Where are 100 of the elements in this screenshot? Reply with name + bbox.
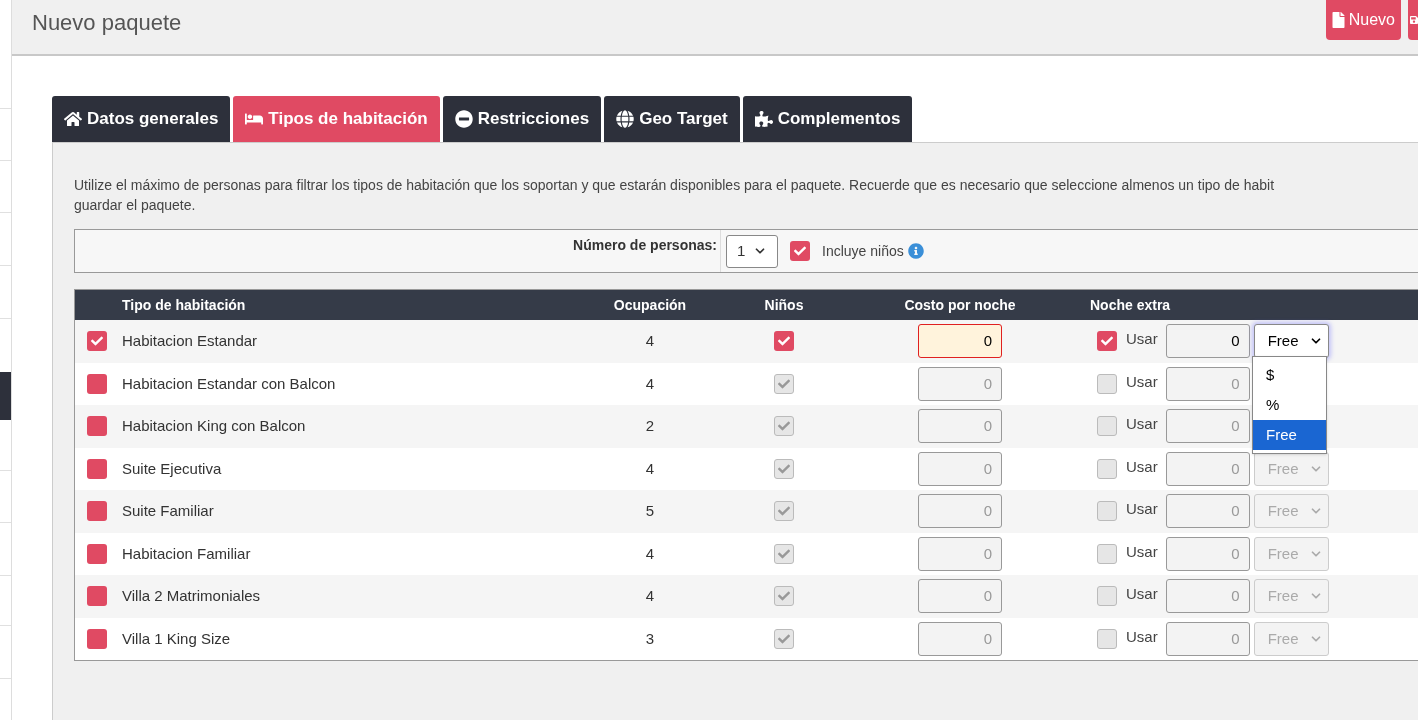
check-icon	[794, 245, 806, 257]
persons-select[interactable]: 1	[726, 234, 778, 268]
save-button[interactable]	[1408, 0, 1418, 40]
occupancy-value: 2	[644, 416, 656, 436]
column-header: Noche extra	[1089, 295, 1171, 315]
room-checkbox[interactable]	[87, 373, 107, 394]
extra-night-checkbox[interactable]	[1097, 586, 1117, 607]
check-icon	[778, 420, 790, 433]
extra-night-input[interactable]: 0	[1165, 451, 1250, 486]
cost-input[interactable]: 0	[918, 451, 1002, 486]
children-checkbox[interactable]	[774, 501, 794, 522]
extra-night-checkbox[interactable]	[1097, 416, 1117, 437]
cost-input[interactable]: 0	[918, 536, 1002, 571]
new-button[interactable]: Nuevo	[1325, 0, 1401, 40]
occupancy-value: 4	[644, 458, 656, 479]
room-name: Villa 1 King Size	[121, 628, 232, 649]
room-name: Villa 2 Matrimoniales	[121, 586, 262, 606]
children-checkbox[interactable]	[774, 628, 794, 649]
children-checkbox[interactable]	[774, 586, 794, 607]
extra-night-input[interactable]: 0	[1165, 324, 1250, 359]
cost-input[interactable]: 0	[918, 324, 1002, 359]
extra-night-checkbox[interactable]	[1097, 331, 1117, 352]
info-icon	[907, 243, 924, 259]
children-checkbox[interactable]	[774, 331, 794, 352]
unit-select[interactable]: Free	[1253, 579, 1329, 614]
room-name: Suite Familiar	[121, 501, 215, 521]
tab[interactable]: Tipos de habitación	[233, 96, 440, 142]
tab[interactable]: Complementos	[742, 96, 913, 142]
occupancy-value: 4	[644, 331, 656, 351]
room-checkbox[interactable]	[87, 586, 107, 607]
use-label: Usar	[1126, 456, 1158, 477]
cost-input[interactable]: 0	[918, 366, 1002, 401]
extra-night-checkbox[interactable]	[1097, 458, 1117, 479]
room-checkbox[interactable]	[87, 416, 107, 437]
tab[interactable]: Datos generales	[52, 96, 231, 142]
check-icon	[778, 547, 790, 560]
use-label: Usar	[1126, 414, 1158, 434]
occupancy-value: 4	[644, 543, 656, 564]
unit-select[interactable]: Free	[1253, 536, 1329, 571]
column-header: Niños	[763, 295, 805, 315]
save-icon	[1410, 13, 1418, 27]
occupancy-value: 5	[644, 501, 656, 521]
extra-night-input[interactable]: 0	[1165, 494, 1250, 529]
check-icon	[778, 377, 790, 390]
use-label: Usar	[1126, 499, 1158, 519]
puzzle-icon	[754, 110, 773, 128]
use-label: Usar	[1126, 584, 1158, 604]
description-text: Utilize el máximo de personas para filtrar los tipos de habitación que los soportan y que estarán disponibles para el paquete. Recuerde que es necesario que seleccione almenos un tipo de habit guardar el paquete.	[74, 176, 1276, 215]
check-icon	[91, 335, 103, 348]
tab[interactable]: Geo Target	[604, 96, 740, 142]
home-icon	[64, 110, 82, 128]
extra-night-checkbox[interactable]	[1097, 628, 1117, 649]
unit-select[interactable]: Free	[1253, 621, 1329, 656]
unit-select[interactable]: Free	[1253, 494, 1329, 529]
cost-input[interactable]: 0	[918, 621, 1002, 656]
extra-night-input[interactable]: 0	[1165, 621, 1250, 656]
check-icon	[1101, 335, 1113, 348]
room-checkbox[interactable]	[87, 628, 107, 649]
occupancy-value: 4	[644, 586, 656, 606]
room-checkbox[interactable]	[87, 501, 107, 522]
room-name: Habitacion Estandar	[121, 331, 259, 351]
extra-night-checkbox[interactable]	[1097, 543, 1117, 564]
use-label: Usar	[1126, 371, 1158, 392]
extra-night-input[interactable]: 0	[1165, 409, 1250, 444]
dropdown-option[interactable]: Free	[1253, 420, 1326, 450]
extra-night-input[interactable]: 0	[1165, 579, 1250, 614]
globe-icon	[616, 110, 635, 128]
check-icon	[778, 462, 790, 475]
page-title: Nuevo paquete	[32, 9, 182, 37]
dropdown-option[interactable]: %	[1253, 390, 1326, 420]
extra-night-checkbox[interactable]	[1097, 501, 1117, 522]
cost-input[interactable]: 0	[918, 494, 1002, 529]
unit-select[interactable]: Free	[1253, 324, 1329, 359]
document-icon	[1331, 12, 1345, 28]
children-checkbox[interactable]	[774, 416, 794, 437]
room-name: Habitacion Familiar	[121, 543, 252, 564]
use-label: Usar	[1126, 541, 1158, 562]
extra-night-input[interactable]: 0	[1165, 536, 1250, 571]
children-label: Incluye niños	[822, 241, 904, 261]
dropdown-option[interactable]: $	[1253, 360, 1326, 390]
cost-input[interactable]: 0	[918, 409, 1002, 444]
room-name: Habitacion King con Balcon	[121, 416, 307, 436]
room-checkbox[interactable]	[87, 331, 107, 352]
check-icon	[778, 505, 790, 518]
column-header: Tipo de habitación	[121, 295, 247, 315]
room-checkbox[interactable]	[87, 458, 107, 479]
column-header: Ocupación	[612, 295, 688, 315]
children-checkbox[interactable]	[774, 543, 794, 564]
check-icon	[778, 590, 790, 603]
children-checkbox[interactable]	[774, 458, 794, 479]
children-checkbox[interactable]	[790, 241, 810, 261]
extra-night-input[interactable]: 0	[1165, 366, 1250, 401]
cost-input[interactable]: 0	[918, 579, 1002, 614]
room-name: Habitacion Estandar con Balcon	[121, 373, 337, 394]
room-checkbox[interactable]	[87, 543, 107, 564]
column-header: Costo por noche	[903, 295, 1017, 315]
use-label: Usar	[1126, 626, 1158, 647]
extra-night-checkbox[interactable]	[1097, 373, 1117, 394]
tab[interactable]: Restricciones	[442, 96, 602, 142]
children-checkbox[interactable]	[774, 373, 794, 394]
